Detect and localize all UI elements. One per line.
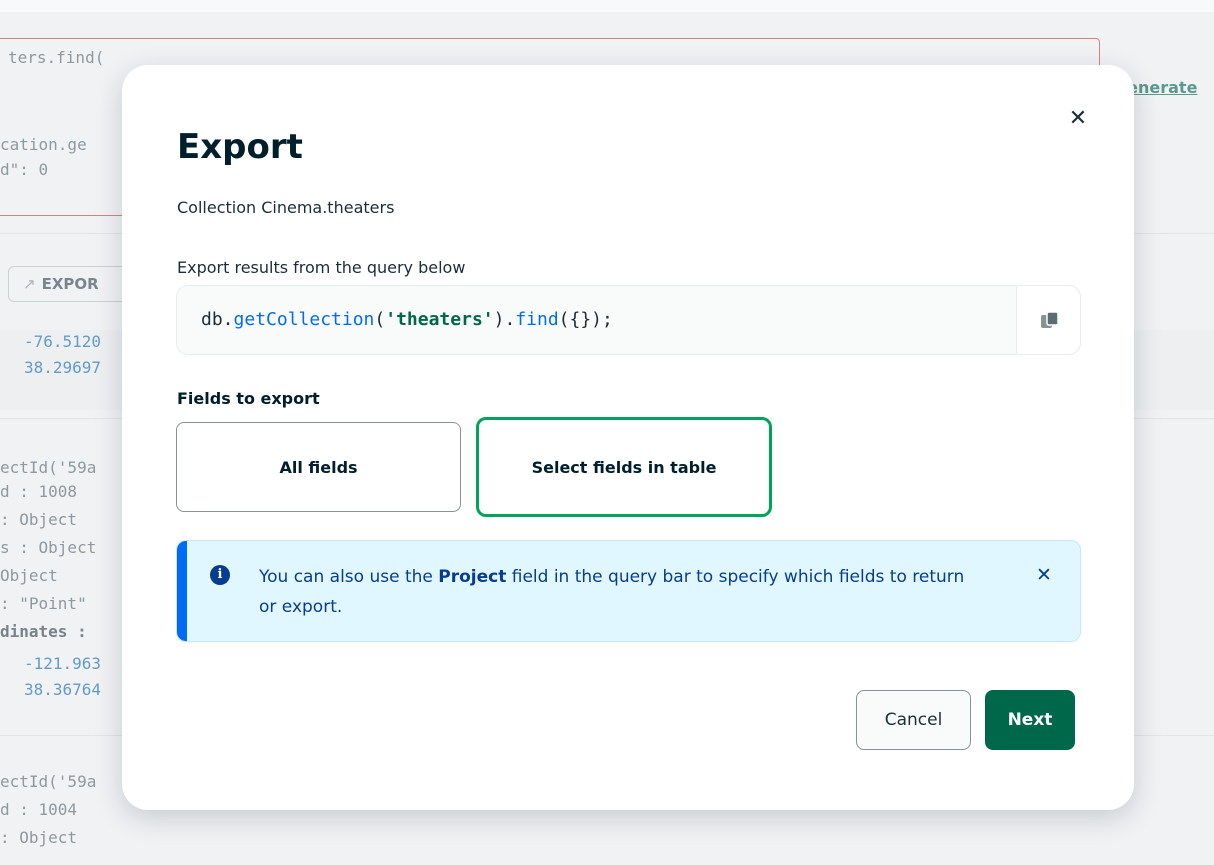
query-code-block: db.getCollection('theaters').find({}); — [176, 285, 1081, 355]
select-fields-option[interactable]: Select fields in table — [476, 417, 772, 517]
modal-title: Export — [177, 127, 303, 167]
all-fields-option[interactable]: All fields — [176, 422, 461, 512]
close-modal-icon[interactable]: ✕ — [1066, 107, 1090, 131]
callout-accent-bar — [177, 541, 187, 641]
cancel-button[interactable]: Cancel — [856, 690, 971, 750]
fields-to-export-label: Fields to export — [177, 389, 320, 408]
copy-icon — [1041, 311, 1059, 328]
export-modal: ✕ Export Collection Cinema.theaters Expo… — [122, 65, 1134, 810]
collection-subtitle: Collection Cinema.theaters — [177, 198, 395, 217]
query-code-text[interactable]: db.getCollection('theaters').find({}); — [201, 309, 613, 330]
info-callout: i You can also use the Project field in … — [176, 540, 1081, 642]
copy-query-button[interactable] — [1016, 286, 1080, 354]
info-icon: i — [210, 565, 230, 585]
dismiss-callout-icon[interactable]: ✕ — [1034, 565, 1054, 585]
query-label: Export results from the query below — [177, 258, 466, 277]
callout-message: You can also use the Project field in th… — [259, 567, 965, 617]
next-button[interactable]: Next — [985, 690, 1075, 750]
